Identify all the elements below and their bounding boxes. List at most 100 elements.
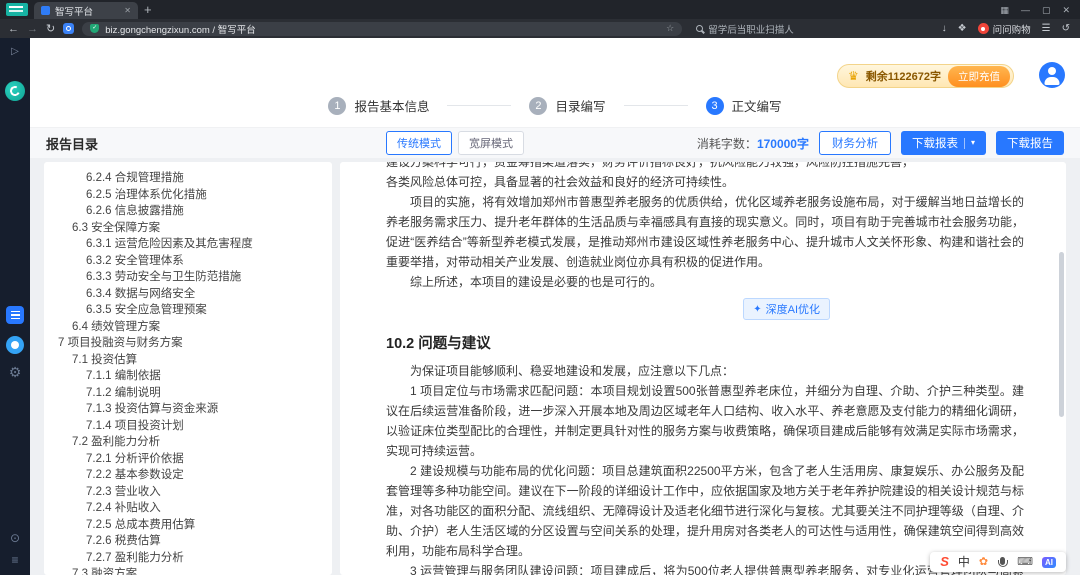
wizard-step[interactable]: 2 目录编写: [429, 96, 606, 115]
toc-item[interactable]: 7.1.2 编制说明: [44, 385, 332, 402]
browser-body: ▷ ⚙ ⊙ ≡ ♛ 剩余1122672字 立即充值 1 报告基本信息 2 目录编…: [0, 38, 1080, 575]
download-sheet-button[interactable]: 下载报表 ▾: [900, 131, 986, 155]
toc-item[interactable]: 7.1 投资估算: [44, 352, 332, 369]
wizard-steps: 1 报告基本信息 2 目录编写 3 正文编写: [30, 96, 1080, 115]
wide-mode-button[interactable]: 宽屏模式: [458, 131, 524, 155]
search-icon: [696, 25, 704, 32]
close-button[interactable]: ✕: [1062, 5, 1070, 15]
toc-item[interactable]: 7.2.2 基本参数设定: [44, 467, 332, 484]
user-avatar[interactable]: [1039, 62, 1065, 88]
toc-item[interactable]: 7.1.3 投资估算与资金来源: [44, 401, 332, 418]
toc-item[interactable]: 7.2.6 税费估算: [44, 533, 332, 550]
traditional-mode-button[interactable]: 传统模式: [386, 131, 452, 155]
back-icon[interactable]: ←: [8, 23, 19, 35]
maximize-button[interactable]: ▢: [1042, 5, 1051, 15]
doc-paragraph-clipped: 建设方案科学可行，资金筹措渠道落实，财务评价指标良好，抗风险能力较强，风险防控措…: [386, 162, 915, 169]
url-text: biz.gongchengzixun.com / 智写平台: [105, 24, 256, 36]
toc-panel-title: 报告目录: [46, 136, 99, 152]
doc-paragraph: 综上所述，本项目的建设是必要的也是可行的。: [410, 275, 663, 289]
step-label: 正文编写: [731, 100, 782, 114]
toc-item[interactable]: 7.2 盈利能力分析: [44, 434, 332, 451]
doc-paragraph: 各类风险总体可控，具备显著的社会效益和良好的经济可持续性。: [386, 175, 735, 189]
button-divider: [963, 137, 965, 149]
command-bar-right: 消耗字数：170000字 财务分析 下载报表 ▾ 下载报告: [697, 131, 1064, 155]
toc-item[interactable]: 7.2.5 总成本费用估算: [44, 517, 332, 534]
step-number: 3: [705, 96, 724, 115]
apps-grid-icon[interactable]: ▦: [1000, 5, 1009, 15]
bookmark-star-icon[interactable]: ☆: [666, 23, 674, 34]
toc-item[interactable]: 6.2.6 信息披露措施: [44, 203, 332, 220]
toc-item[interactable]: 7.2.4 补贴收入: [44, 500, 332, 517]
toc-item[interactable]: 7.2.3 营业收入: [44, 484, 332, 501]
toc-item[interactable]: 6.3.4 数据与网络安全: [44, 286, 332, 303]
history-icon[interactable]: ↺: [1062, 23, 1070, 35]
shopping-assistant-label: 问问购物: [992, 24, 1031, 36]
doc-paragraph: 1 项目定位与市场需求匹配问题：本项目规划设置500张普惠型养老床位，并细分为自…: [386, 384, 1024, 458]
webpage: ♛ 剩余1122672字 立即充值 1 报告基本信息 2 目录编写 3 正文编写…: [30, 38, 1080, 575]
toc-item[interactable]: 6.2.4 合规管理措施: [44, 170, 332, 187]
ime-bar: S 中 ✿ ⌨ AI: [930, 552, 1066, 572]
ime-skin-icon[interactable]: ✿: [979, 556, 988, 568]
page-header: ♛ 剩余1122672字 立即充值 1 报告基本信息 2 目录编写 3 正文编写: [30, 38, 1080, 128]
document-app-icon[interactable]: [6, 306, 24, 324]
toc-item[interactable]: 6.3.1 运营危险因素及其危害程度: [44, 236, 332, 253]
download-icon[interactable]: ↓: [942, 23, 947, 35]
browser-tab-active[interactable]: 智写平台 ✕: [34, 2, 138, 19]
toc-item[interactable]: 7.2.1 分析评价依据: [44, 451, 332, 468]
toc-item[interactable]: 7.3 融资方案: [44, 566, 332, 575]
menu-icon[interactable]: ☰: [1042, 23, 1051, 35]
wizard-step[interactable]: 3 正文编写: [606, 96, 782, 115]
toc-item[interactable]: 7.1.4 项目投资计划: [44, 418, 332, 435]
crown-icon: ♛: [848, 68, 859, 83]
finance-analysis-button[interactable]: 财务分析: [818, 131, 891, 155]
toc-item[interactable]: 7.1.1 编制依据: [44, 368, 332, 385]
chat-app-icon[interactable]: [6, 336, 24, 354]
collapse-arrow-icon[interactable]: ▷: [11, 46, 19, 57]
tab-favicon-icon: [41, 6, 50, 15]
refresh-icon[interactable]: ↻: [46, 23, 55, 35]
toc-item[interactable]: 6.4 绩效管理方案: [44, 319, 332, 336]
toc-item[interactable]: 7 项目投融资与财务方案: [44, 335, 332, 352]
ime-ai-icon[interactable]: AI: [1042, 556, 1056, 568]
document-panel[interactable]: 建设方案科学可行，资金筹措渠道落实，财务评价指标良好，抗风险能力较强，风险防控措…: [340, 162, 1066, 575]
document-scrollbar[interactable]: [1059, 252, 1064, 417]
browser-ai-extension-icon[interactable]: [63, 23, 75, 34]
ime-brand-icon[interactable]: S: [940, 555, 949, 569]
settings-gear-icon[interactable]: ⚙: [9, 364, 22, 380]
chevron-down-icon[interactable]: ▾: [971, 139, 975, 147]
keyboard-icon[interactable]: ⌨: [1017, 556, 1033, 568]
step-label: 目录编写: [555, 100, 606, 114]
ai-optimize-row: ✦ 深度AI优化: [386, 298, 1024, 320]
hot-search-text: 留学后当职业扫描人: [708, 24, 794, 36]
toc-item[interactable]: 6.3.2 安全管理体系: [44, 253, 332, 270]
sparkle-icon: ✦: [753, 303, 762, 315]
download-report-button[interactable]: 下载报告: [996, 131, 1064, 155]
content-area: 6.2.4 合规管理措施 6.2.5 治理体系优化措施 6.2.6 信息披露措施…: [30, 158, 1080, 575]
recharge-button[interactable]: 立即充值: [948, 65, 1010, 87]
history-clock-icon[interactable]: ⊙: [10, 531, 20, 545]
microphone-icon[interactable]: [997, 557, 1008, 567]
new-tab-button[interactable]: +: [144, 3, 152, 17]
wizard-step[interactable]: 1 报告基本信息: [328, 96, 429, 115]
remaining-words: 剩余1122672字: [865, 71, 941, 83]
doc-paragraph: 项目的实施，将有效增加郑州市普惠型养老服务的优质供给，优化区域养老服务设施布局，…: [386, 195, 1024, 269]
tab-close-icon[interactable]: ✕: [124, 6, 131, 15]
ime-language-mode[interactable]: 中: [958, 555, 970, 569]
toc-item[interactable]: 6.2.5 治理体系优化措施: [44, 187, 332, 204]
shopping-assistant[interactable]: 问问购物: [977, 22, 1031, 36]
extensions-puzzle-icon[interactable]: ❖: [958, 23, 967, 35]
toc-item[interactable]: 6.3.5 安全应急管理预案: [44, 302, 332, 319]
rail-menu-icon[interactable]: ≡: [11, 553, 18, 567]
minimize-button[interactable]: —: [1021, 5, 1030, 15]
address-bar[interactable]: ✓ biz.gongchengzixun.com / 智写平台 ☆: [82, 21, 683, 36]
word-count-label: 消耗字数：: [696, 136, 757, 151]
browser-tabbar: 智写平台 ✕ + ▦ — ▢ ✕: [0, 0, 1080, 19]
browser-promo-badge[interactable]: [6, 3, 28, 16]
hot-search-hint[interactable]: 留学后当职业扫描人: [696, 22, 794, 36]
ai-optimize-button[interactable]: ✦ 深度AI优化: [743, 298, 831, 320]
forward-icon[interactable]: →: [27, 23, 38, 35]
toc-item[interactable]: 6.3 安全保障方案: [44, 220, 332, 237]
toc-item[interactable]: 7.2.7 盈利能力分析: [44, 550, 332, 567]
app-logo-icon[interactable]: [5, 81, 25, 101]
toc-item[interactable]: 6.3.3 劳动安全与卫生防范措施: [44, 269, 332, 286]
